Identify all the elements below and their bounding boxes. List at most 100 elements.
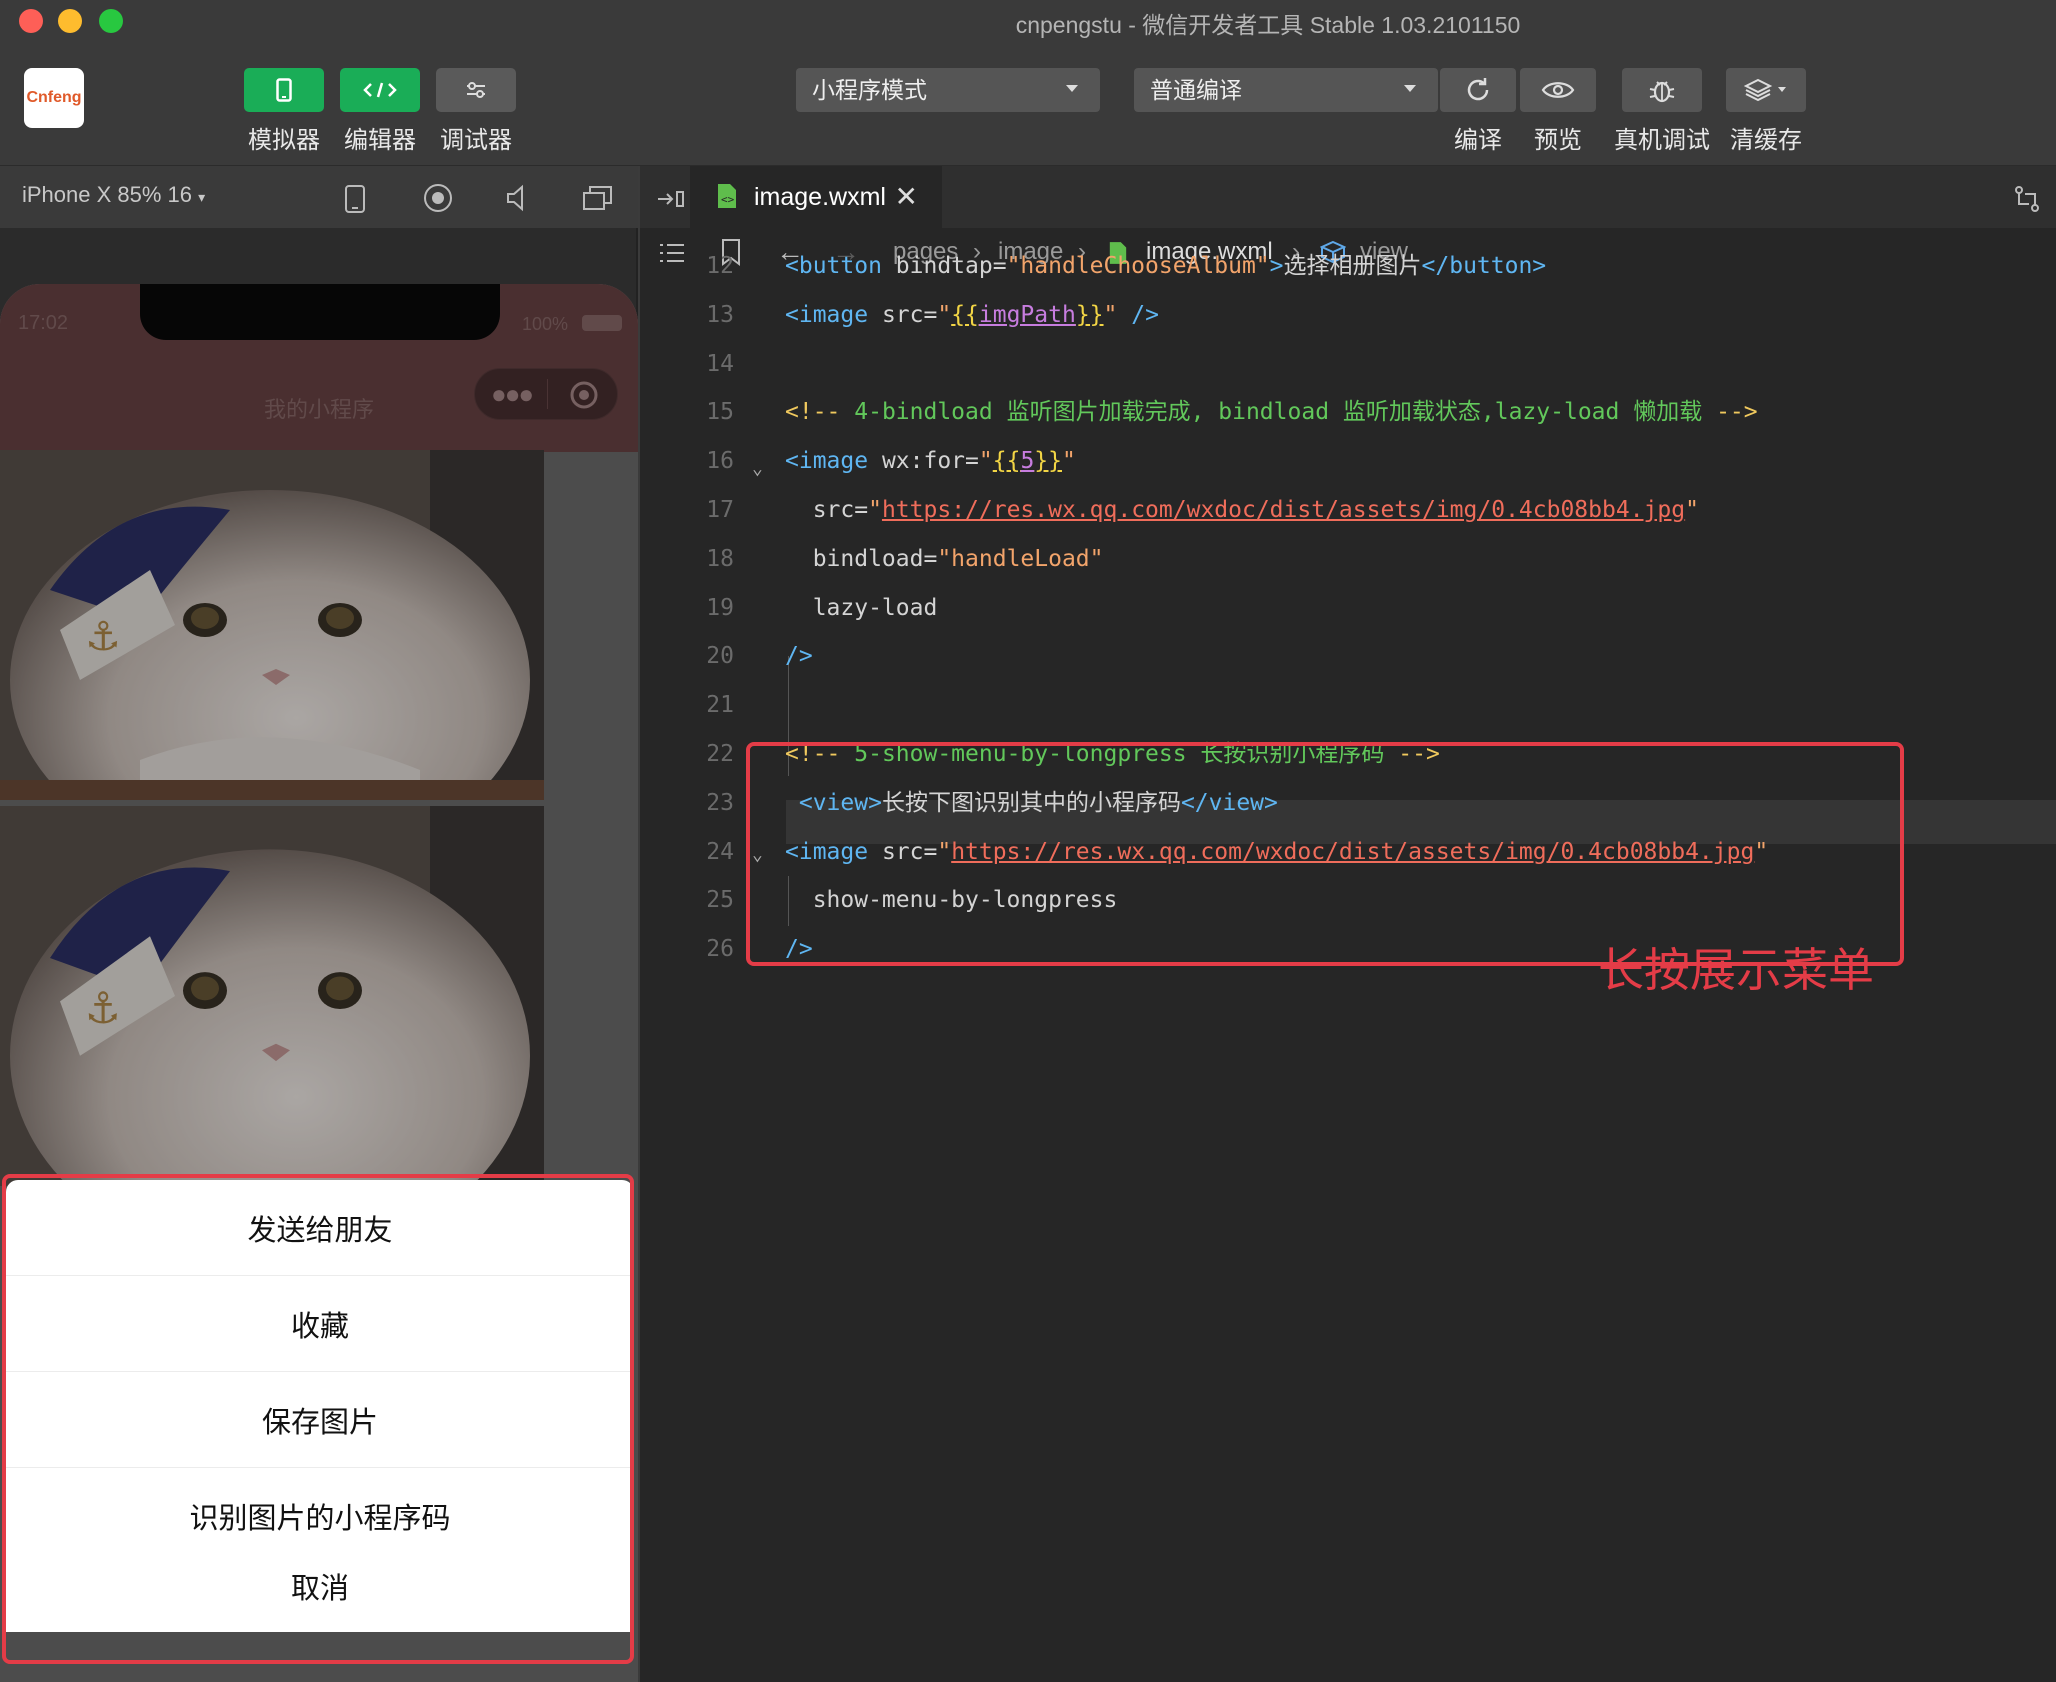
code-token: "handleLoad" (937, 545, 1104, 572)
line-code: src="https://res.wx.qq.com/wxdoc/dist/as… (785, 486, 1699, 534)
wxml-file-icon: <> (718, 184, 736, 208)
code-token: /> (1117, 301, 1159, 328)
editor-tabs: <> image.wxml ✕ (640, 166, 2056, 228)
code-token: src= (881, 301, 938, 328)
code-token: <button (785, 253, 896, 279)
project-logo[interactable]: Cnfeng (24, 68, 84, 128)
caret-down-icon: ▾ (198, 189, 206, 205)
layers-icon (1744, 78, 1786, 102)
clear-cache-label: 清缓存 (1730, 127, 1802, 154)
debugger-toggle-button[interactable] (436, 68, 516, 112)
compile-mode-select[interactable]: 普通编译 (1134, 68, 1438, 112)
line-code: bindload="handleLoad" (785, 535, 1104, 583)
line-number: 25 (706, 887, 734, 914)
code-line[interactable]: 17 src="https://res.wx.qq.com/wxdoc/dist… (640, 486, 2056, 534)
tab-label: image.wxml (754, 183, 886, 211)
code-token: src= (785, 497, 869, 523)
code-token: 4-bindload 监听图片加载完成, bindload 监听加载状态,laz… (854, 399, 1717, 426)
compare-changes-icon[interactable] (2012, 184, 2042, 214)
mode-select[interactable]: 小程序模式 (796, 68, 1100, 112)
line-code: <image src="{{imgPath}}" /> (785, 291, 1159, 339)
line-number: 17 (706, 497, 734, 523)
code-token: {{ (951, 301, 979, 328)
chevron-down-icon (1066, 85, 1078, 92)
code-token: }} (1075, 301, 1104, 328)
close-tab-icon[interactable]: ✕ (895, 166, 918, 228)
remote-debug-button[interactable] (1622, 68, 1702, 112)
code-token: <!-- (785, 399, 855, 426)
code-token: wx:for= (881, 448, 979, 475)
code-token: " (1062, 448, 1076, 475)
line-code: <!-- 4-bindload 监听图片加载完成, bindload 监听加载状… (785, 388, 1758, 436)
code-line[interactable]: 12 <button bindtap="handleChooseAlbum">选择… (640, 242, 2056, 290)
sliders-icon (467, 82, 485, 98)
line-number: 12 (706, 253, 734, 279)
code-token: bindload= (785, 545, 938, 572)
compile-mode-select-value: 普通编译 (1150, 77, 1242, 103)
simulator-pane: 17:02 100% 我的小程序 ●●● ⚓ ⚓ 发送给朋友 收藏 保存图片 识… (0, 228, 638, 1682)
device-rotate-icon[interactable] (344, 184, 366, 214)
code-token: /> (785, 643, 813, 670)
preview-button[interactable] (1520, 68, 1596, 112)
code-line[interactable]: 21 (640, 681, 2056, 729)
clear-cache-button[interactable] (1726, 68, 1806, 112)
remote-debug-label: 真机调试 (1614, 127, 1710, 154)
device-select[interactable]: iPhone X 85% 16 ▾ (22, 182, 205, 208)
code-token: }} (1034, 448, 1062, 475)
editor-label: 编辑器 (344, 127, 416, 154)
line-code: <button bindtap="handleChooseAlbum">选择相册… (785, 242, 1546, 290)
code-token: " (937, 301, 952, 328)
title-bar: cnpengstu - 微信开发者工具 Stable 1.03.2101150 (0, 0, 2056, 40)
editor-toggle-button[interactable] (340, 68, 420, 112)
line-number: 22 (706, 741, 734, 767)
line-number: 23 (706, 789, 734, 816)
code-token: " (1685, 497, 1699, 523)
svg-text:<>: <> (721, 193, 735, 206)
compile-button[interactable] (1440, 68, 1516, 112)
code-icon (363, 82, 397, 98)
code-editor[interactable]: 12 <button bindtap="handleChooseAlbum">选择… (640, 253, 2056, 1682)
line-number: 15 (706, 399, 734, 426)
home-icon[interactable] (422, 182, 454, 214)
phone-icon (276, 78, 292, 102)
code-highlight-box (746, 742, 1904, 966)
line-number: 19 (706, 594, 734, 621)
code-token: <image (785, 448, 882, 475)
window-title: cnpengstu - 微信开发者工具 Stable 1.03.2101150 (1015, 12, 1521, 38)
collapse-sidebar-icon[interactable] (656, 188, 686, 210)
code-line[interactable]: 14 (640, 340, 2056, 388)
code-token: "handleChooseAlbum" (1006, 253, 1270, 279)
line-number: 13 (706, 301, 734, 328)
mode-select-value: 小程序模式 (812, 77, 927, 103)
code-line[interactable]: 16 <image wx:for="{{5}}" (640, 437, 2056, 485)
simulator-toggle-button[interactable] (244, 68, 324, 112)
annotation-label: 长按展示菜单 (1598, 944, 1874, 996)
preview-label: 预览 (1534, 127, 1582, 154)
action-sheet-highlight (2, 1174, 634, 1664)
detach-window-icon[interactable] (582, 184, 614, 212)
code-token: </button> (1421, 253, 1547, 279)
line-number: 20 (706, 643, 734, 670)
volume-icon[interactable] (504, 184, 530, 212)
devtools-window: cnpengstu - 微信开发者工具 Stable 1.03.2101150 … (0, 0, 2056, 1682)
code-token: > (1269, 253, 1284, 279)
code-line[interactable]: 19 lazy-load (640, 584, 2056, 632)
debugger-label: 调试器 (440, 127, 512, 154)
code-line[interactable]: 18 bindload="handleLoad" (640, 535, 2056, 583)
code-token: lazy-load (785, 594, 938, 621)
code-line[interactable]: 20 /> (640, 632, 2056, 680)
fold-chevron-icon[interactable]: ⌄ (752, 458, 763, 479)
line-code: <image wx:for="{{5}}" (785, 437, 1076, 485)
line-code: lazy-load (785, 584, 938, 632)
bug-icon (1649, 81, 1675, 103)
eye-icon (1541, 82, 1575, 98)
simulator-label: 模拟器 (248, 127, 320, 154)
code-token: " (1103, 301, 1118, 328)
line-number: 16 (706, 448, 734, 475)
line-number: 24 (706, 838, 734, 865)
code-line[interactable]: 15 <!-- 4-bindload 监听图片加载完成, bindload 监听加… (640, 388, 2056, 436)
chevron-down-icon (1404, 85, 1416, 92)
simulator-toolbar: iPhone X 85% 16 ▾ (0, 166, 638, 228)
code-line[interactable]: 13 <image src="{{imgPath}}" /> (640, 291, 2056, 339)
tab-image-wxml[interactable]: <> image.wxml ✕ (690, 166, 942, 228)
